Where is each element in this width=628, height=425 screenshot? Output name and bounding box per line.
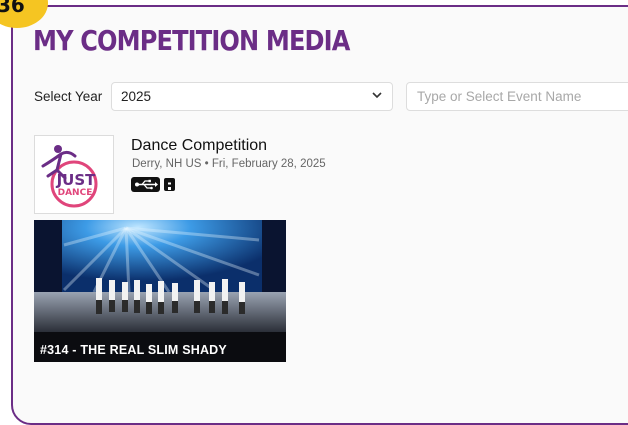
usb-drive-icon[interactable] (131, 177, 160, 192)
event-location: Derry, NH US (132, 158, 202, 170)
year-value: 2025 (121, 89, 152, 104)
chevron-down-icon (372, 92, 382, 99)
step-number: 36 (0, 0, 25, 17)
video-thumbnail[interactable]: #314 - THE REAL SLIM SHADY (34, 220, 286, 362)
just-dance-logo: JUST DANCE (41, 145, 98, 208)
video-caption: #314 - THE REAL SLIM SHADY (40, 343, 227, 357)
event-logo[interactable]: JUST DANCE (34, 135, 114, 214)
svg-text:DANCE: DANCE (58, 188, 93, 198)
year-select[interactable]: 2025 (111, 82, 393, 111)
meta-separator: • (204, 158, 209, 170)
event-location-date: Derry, NH US • Fri, February 28, 2025 (132, 158, 326, 170)
event-name-input[interactable] (406, 82, 628, 111)
svg-text:JUST: JUST (56, 171, 97, 189)
page-title: MY COMPETITION MEDIA (33, 24, 350, 57)
event-date: Fri, February 28, 2025 (211, 158, 326, 170)
select-year-label: Select Year (34, 89, 103, 104)
event-title[interactable]: Dance Competition (131, 137, 267, 155)
storage-device-icon[interactable] (164, 178, 175, 191)
video-frame-image (34, 220, 286, 362)
